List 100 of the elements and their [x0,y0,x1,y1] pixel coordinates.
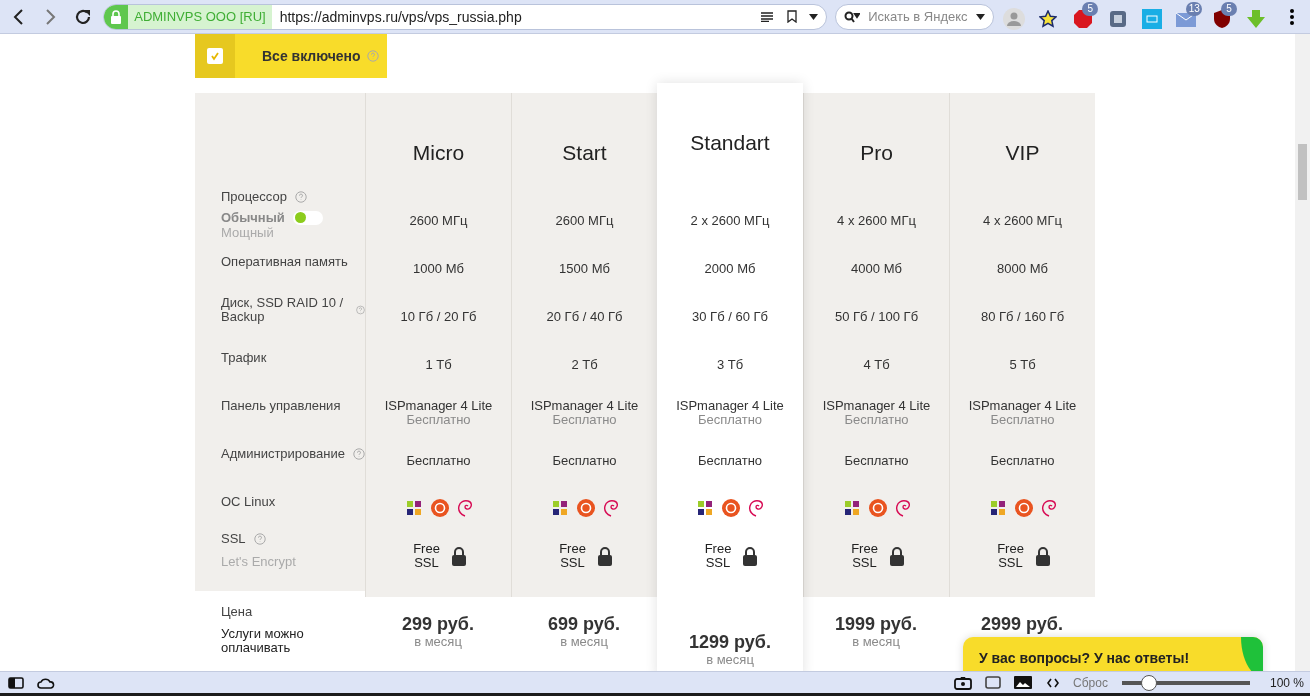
count-badge: 13 [1186,1,1203,16]
cell-text: 10 Гб / 20 Гб [400,308,477,324]
row-label: Диск, SSD RAID 10 / Backup [221,296,345,324]
back-icon[interactable] [12,7,25,26]
cell-text: ISPmanager 4 Lite [676,398,784,413]
cell-note: Бесплатно [552,412,617,426]
cell-text: 2000 Мб [704,260,756,276]
swirl-icon [456,499,473,517]
row-label: Трафик [221,351,267,365]
check-icon [210,51,220,61]
site-identity[interactable]: ADMINVPS OOO [RU] [128,4,272,29]
included-banner[interactable]: Все включено [195,34,387,78]
zoom-reading: 100 % [1269,675,1304,690]
extension-button[interactable]: 13 [1175,1,1203,32]
cell-text: 4 Тб [863,356,890,372]
slider-thumb[interactable] [1141,674,1158,691]
cell-text: 50 Гб / 100 Гб [834,308,919,324]
reader-icon[interactable] [761,11,774,22]
plan-name: Standart [690,131,770,153]
checkbox[interactable] [207,48,223,64]
extension-button[interactable]: 5 [1071,1,1099,32]
window-button[interactable] [983,673,1004,692]
cell-note: Бесплатно [844,412,909,426]
cell-text: Free SSL [412,542,441,570]
cell-text: Бесплатно [697,452,763,468]
swirl-icon [894,499,911,517]
star-icon[interactable] [1039,9,1058,28]
row-label: Процессор [221,190,287,204]
cell-text: Бесплатно [844,452,909,468]
lock-icon [110,9,123,24]
mode-option[interactable]: Мощный [221,225,365,240]
cell-text: 4000 Мб [851,260,902,276]
forward-icon[interactable] [44,7,57,26]
price: 1999 руб. [835,614,917,635]
search-field[interactable]: Искать в Яндекс [835,3,995,30]
pinwheel-icon [404,499,423,517]
lock-icon [596,546,613,566]
image-button[interactable] [1013,673,1034,692]
plan-name: Start [562,141,607,163]
lock-icon [1034,546,1051,566]
banner-label: Все включено [262,48,361,64]
dropdown-icon[interactable] [809,13,819,20]
reset-button[interactable]: Сброс [1073,675,1108,690]
row-sublabel: Let's Encrypt [221,553,297,569]
menu-icon[interactable] [1289,8,1294,25]
cell-text: Free SSL [850,542,879,570]
row-label: Оперативная память [221,255,348,269]
extension-button[interactable]: 5 [1210,1,1237,32]
ring-icon [430,499,449,517]
cell-text: ISPmanager 4 Lite [822,398,931,413]
cell-text: 2600 МГц [409,212,468,228]
cell-text: 80 Гб / 160 Гб [980,308,1065,324]
cell-text: ISPmanager 4 Lite [384,398,493,413]
cell-text: Бесплатно [552,452,617,468]
mode-option[interactable]: Обычный [221,210,285,225]
price-period: в месяц [414,635,462,648]
cell-text: Free SSL [558,542,587,570]
cell-text: 2600 МГц [555,212,614,228]
cell-text: 30 Гб / 60 Гб [692,308,768,324]
row-label: Администрирование [221,447,345,461]
reload-icon[interactable] [74,7,92,26]
cell-text: 1000 Мб [413,260,464,276]
swirl-icon [1040,499,1057,517]
tile-icon[interactable] [1142,8,1163,29]
pinwheel-icon [842,499,861,517]
pinwheel-icon [988,499,1007,517]
scrollbar[interactable] [1295,34,1310,671]
cell-text: 20 Гб / 40 Гб [546,308,623,324]
cell-text: 4 x 2600 МГц [983,212,1062,228]
cell-text: Free SSL [703,542,733,570]
puzzle-icon[interactable] [1108,9,1127,28]
search-input[interactable]: Искать в Яндекс [866,8,971,25]
lock-icon [450,546,467,566]
bookmark-icon[interactable] [787,10,798,23]
url-text: https://adminvps.ru/vps/vps_russia.php [278,8,523,25]
chat-widget[interactable]: У вас вопросы? У нас ответы! [963,637,1263,671]
row-label: Панель управления [221,399,341,413]
cell-note: Бесплатно [697,412,763,426]
plan-name: Pro [860,141,893,163]
cell-text: 1500 Мб [559,260,610,276]
swirl-icon [602,499,619,517]
cell-text: 3 Тб [716,356,744,372]
price-period: в месяц [852,635,900,648]
address-bar[interactable]: ADMINVPS OOO [RU] https://adminvps.ru/vps/vps_russia.php [103,3,828,30]
cell-text: ISPmanager 4 Lite [968,398,1077,413]
ring-icon [1014,499,1033,517]
ring-icon [868,499,887,517]
pinwheel-icon [550,499,569,517]
dropdown-icon[interactable] [976,13,986,20]
mode-toggle[interactable] [292,210,323,225]
price: 2999 руб. [981,614,1063,635]
price: 299 руб. [402,614,474,635]
code-icon[interactable] [1047,677,1060,688]
row-label: ОС Linux [221,495,276,509]
search-icon [844,10,861,23]
price: 699 руб. [548,614,620,635]
leaf-icon [1241,637,1263,671]
cell-text: 1 Тб [425,356,452,372]
cell-note: Бесплатно [406,412,471,426]
cell-text: 8000 Мб [997,260,1048,276]
